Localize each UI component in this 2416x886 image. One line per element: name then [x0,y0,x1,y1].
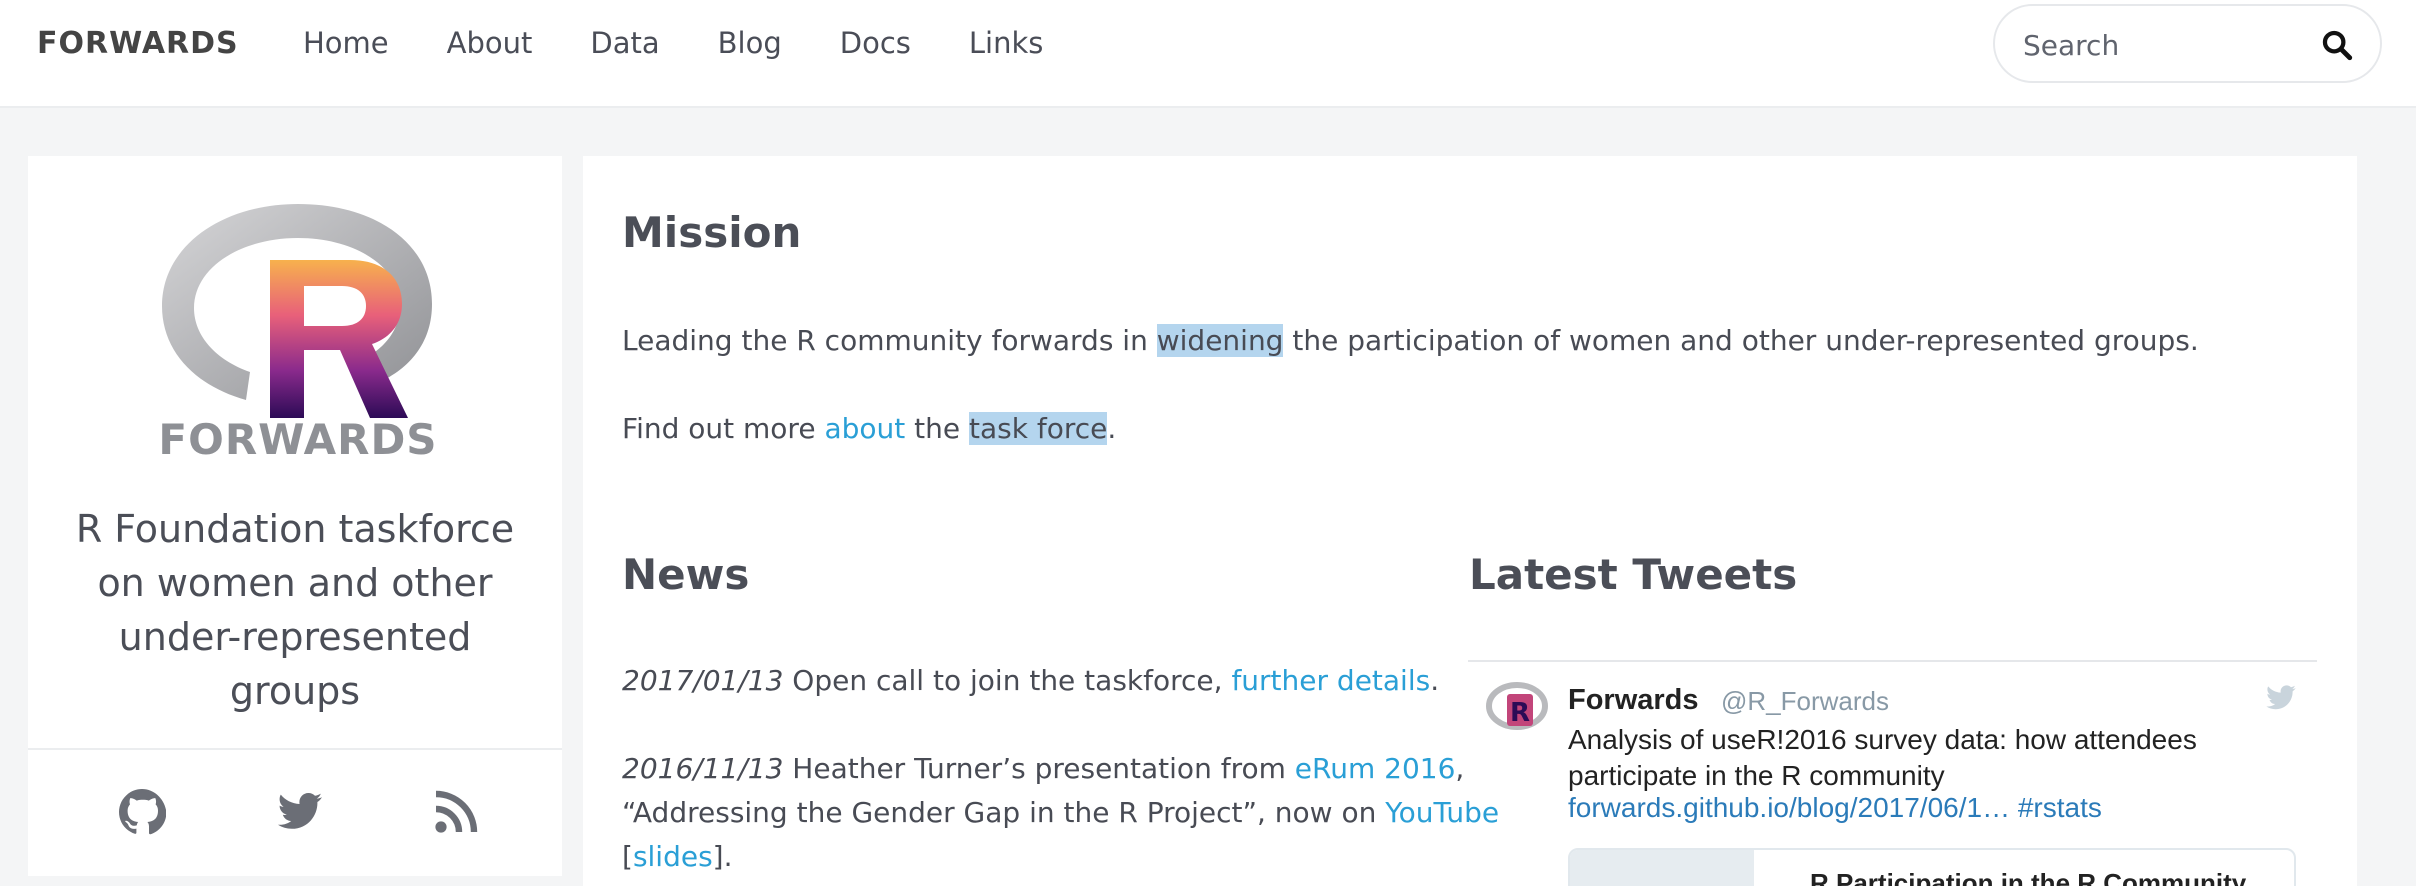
erum-2016-link[interactable]: eRum 2016 [1295,752,1456,785]
logo-text: FORWARDS [158,415,437,460]
news-text: “Addressing the Gender Gap in the R Proj… [622,796,1386,829]
link-card-title: R Participation in the R Community [1810,868,2247,886]
nav-data[interactable]: Data [590,26,659,60]
main-nav: Home About Data Blog Docs Links [303,26,1101,60]
tweet-author-name[interactable]: Forwards [1568,684,1699,717]
sidebar-divider [28,748,562,750]
news-date: 2016/11/13 [622,752,784,785]
mission-text-2: the participation of women and other und… [1283,324,2199,357]
search-icon[interactable] [2320,28,2354,62]
brand-logo[interactable]: FORWARDS [37,26,239,61]
nav-docs[interactable]: Docs [840,26,911,60]
find-out-more: Find out more about the task force. [622,407,1116,451]
search-input[interactable] [2023,26,2303,64]
tweet-author-handle[interactable]: @R_Forwards [1721,686,1889,717]
top-navbar: FORWARDS Home About Data Blog Docs Links [0,0,2416,108]
news-item: 2017/01/13 Open call to join the taskfor… [622,659,1439,703]
news-item-line3: [slides]. [622,835,733,879]
news-punct: . [1430,664,1440,697]
tweet-card[interactable]: R Forwards @R_Forwards Analysis of useR!… [1468,662,2317,886]
further-details-link[interactable]: further details [1231,664,1430,697]
news-item: 2016/11/13 Heather Turner’s presentation… [622,747,1464,791]
find-out-text: Find out more [622,412,825,445]
news-heading: News [622,550,750,599]
forwards-avatar[interactable]: R [1486,680,1548,742]
twitter-icon[interactable] [276,788,324,836]
nav-home[interactable]: Home [303,26,389,60]
about-link[interactable]: about [824,412,905,445]
tweet-link[interactable]: forwards.github.io/blog/2017/06/1… #rsta… [1568,792,2102,824]
bracket-open: [ [622,840,633,873]
find-out-end: . [1107,412,1117,445]
github-icon[interactable] [118,788,166,836]
nav-links[interactable]: Links [969,26,1044,60]
mission-statement: Leading the R community forwards in wide… [622,319,2199,363]
svg-text:R: R [1510,698,1530,728]
news-text: Open call to join the taskforce, [783,664,1232,697]
mission-text-1: Leading the R community forwards in [622,324,1157,357]
twitter-bird-icon[interactable] [2263,682,2299,714]
tweet-link-card[interactable]: R Participation in the R Community [1568,848,2296,886]
slides-link[interactable]: slides [633,840,713,873]
nav-blog[interactable]: Blog [718,26,782,60]
search-box [1993,4,2382,83]
forwards-r-logo[interactable]: FORWARDS [158,204,438,460]
news-item-line2: “Addressing the Gender Gap in the R Proj… [622,791,1499,835]
highlighted-task-force: task force [969,412,1108,445]
bracket-close: ]. [712,840,733,873]
news-text: Heather Turner’s presentation from [783,752,1295,785]
nav-about[interactable]: About [447,26,533,60]
mission-heading: Mission [622,208,802,257]
link-card-thumbnail [1570,850,1754,886]
news-punct: , [1455,752,1465,785]
tweet-text: Analysis of useR!2016 survey data: how a… [1568,724,2197,791]
rss-icon[interactable] [432,788,480,836]
find-out-mid: the [905,412,970,445]
sidebar-card: FORWARDS R Foundation taskforce on women… [28,156,562,876]
sidebar-tagline: R Foundation taskforce on women and othe… [75,507,515,713]
news-date: 2017/01/13 [622,664,784,697]
highlighted-word-widening: widening [1156,324,1284,357]
main-card: Mission Leading the R community forwards… [583,156,2357,886]
latest-tweets-heading: Latest Tweets [1469,550,1798,599]
